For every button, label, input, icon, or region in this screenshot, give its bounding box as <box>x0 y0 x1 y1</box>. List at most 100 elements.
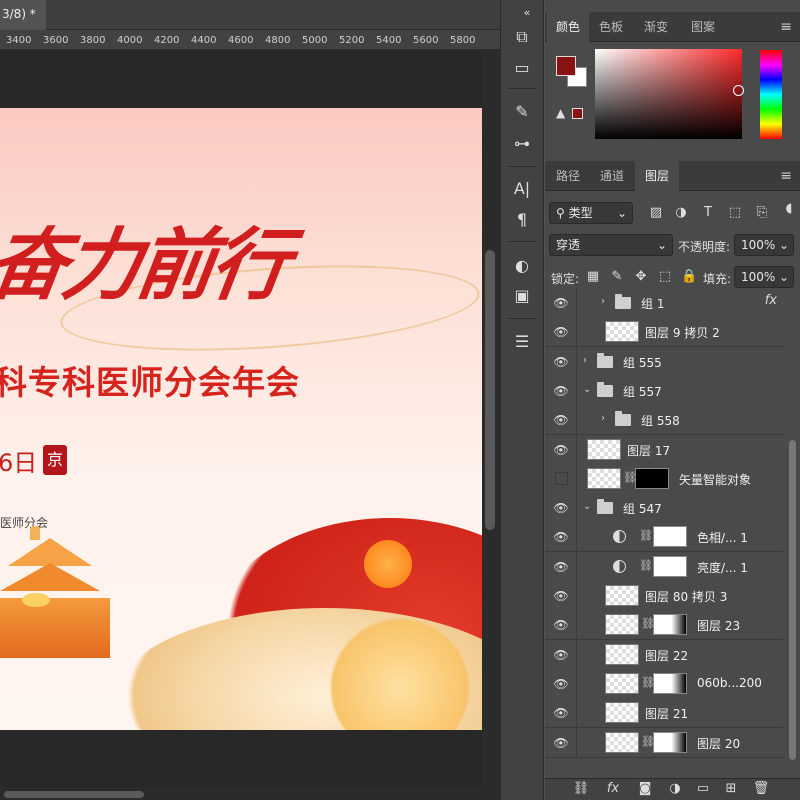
delete-layer-icon[interactable]: 🗑 <box>752 781 770 796</box>
visibility-eye-icon[interactable]: 👁 <box>553 705 569 721</box>
layer-thumbnail[interactable] <box>605 321 639 343</box>
layer-row[interactable]: 👁 ⛓ 色相/... 1 <box>545 522 783 553</box>
layer-row[interactable]: 👁 › 组 555 <box>545 346 783 377</box>
layer-name[interactable]: 图层 23 <box>697 617 740 634</box>
layer-name[interactable]: 组 558 <box>641 412 680 429</box>
layer-name[interactable]: 图层 22 <box>645 647 688 664</box>
tab-layers[interactable]: 图层 <box>635 161 679 191</box>
layer-name[interactable]: 图层 21 <box>645 705 688 722</box>
comments-icon[interactable]: ▭ <box>511 57 533 79</box>
layer-row[interactable]: 👁 图层 21 <box>545 698 783 729</box>
visibility-eye-icon[interactable]: 👁 <box>553 559 569 575</box>
filter-type-icon[interactable]: T <box>700 205 716 220</box>
filter-toggle-icon[interactable]: ◖ <box>781 201 797 216</box>
properties-icon[interactable]: ☰ <box>511 331 533 353</box>
visibility-eye-icon[interactable]: 👁 <box>553 383 569 399</box>
document-tab[interactable]: 3/8) * <box>0 0 46 30</box>
blend-mode-select[interactable]: 穿透 ⌄ <box>549 234 673 256</box>
tab-swatches[interactable]: 色板 <box>591 12 631 42</box>
canvas-horizontal-scroll-thumb[interactable] <box>4 791 144 798</box>
layer-name[interactable]: 色相/... 1 <box>697 529 748 546</box>
tab-color[interactable]: 颜色 <box>547 12 589 42</box>
out-of-gamut-warning-icon[interactable]: ▲ <box>556 106 565 120</box>
tab-patterns[interactable]: 图案 <box>681 12 725 42</box>
layer-row[interactable]: 👁 › 组 558 <box>545 405 783 436</box>
tab-paths[interactable]: 路径 <box>547 161 589 191</box>
layer-mask-thumbnail[interactable] <box>653 731 687 753</box>
color-picker-cursor[interactable] <box>733 85 744 96</box>
visibility-eye-icon[interactable]: 👁 <box>553 412 569 428</box>
visibility-eye-icon[interactable]: 👁 <box>553 324 569 340</box>
layer-thumbnail[interactable] <box>605 672 639 694</box>
lock-position-icon[interactable]: ✥ <box>633 269 649 284</box>
layer-filter-kind-select[interactable]: ⚲ 类型 ⌄ <box>549 202 633 224</box>
layer-row[interactable]: 👁 ⛓ 图层 20 <box>545 727 783 758</box>
layer-thumbnail[interactable] <box>605 731 639 753</box>
layer-thumbnail[interactable] <box>587 467 621 489</box>
layer-name[interactable]: 图层 9 拷贝 2 <box>645 324 720 341</box>
new-layer-icon[interactable]: ⊞ <box>722 781 740 796</box>
paragraph-icon[interactable]: ¶ <box>511 209 533 231</box>
collapse-panels-icon[interactable]: « <box>516 2 538 24</box>
visibility-eye-icon[interactable] <box>555 471 568 485</box>
lock-artboard-icon[interactable]: ⬚ <box>657 269 673 284</box>
layer-name[interactable]: 亮度/... 1 <box>697 559 748 576</box>
lock-transparency-icon[interactable]: ▦ <box>585 269 601 284</box>
layer-name[interactable]: 组 547 <box>623 500 662 517</box>
layers-panel-menu-icon[interactable]: ≡ <box>780 161 792 191</box>
visibility-eye-icon[interactable]: 👁 <box>553 295 569 311</box>
expand-arrow-icon[interactable]: › <box>583 355 587 366</box>
layer-name[interactable]: 图层 20 <box>697 735 740 752</box>
layer-effects-icon[interactable]: fx <box>765 293 777 308</box>
collapse-arrow-icon[interactable]: ⌄ <box>583 384 591 395</box>
layer-row[interactable]: 👁 › 组 1 fx <box>545 288 783 318</box>
layer-mask-thumbnail[interactable] <box>653 614 687 636</box>
expand-arrow-icon[interactable]: › <box>601 296 605 307</box>
lock-image-icon[interactable]: ✎ <box>609 269 625 284</box>
tab-gradients[interactable]: 渐变 <box>633 12 679 42</box>
visibility-eye-icon[interactable]: 👁 <box>553 617 569 633</box>
mask-link-icon[interactable]: ⛓ <box>639 559 653 572</box>
color-field[interactable] <box>595 49 742 139</box>
layer-name[interactable]: 组 557 <box>623 383 662 400</box>
layer-thumbnail[interactable] <box>605 585 639 606</box>
add-layer-style-icon[interactable]: fx <box>604 781 622 796</box>
layer-thumbnail[interactable] <box>587 438 621 460</box>
visibility-eye-icon[interactable]: 👁 <box>553 735 569 751</box>
layer-mask-thumbnail[interactable] <box>653 672 687 694</box>
layer-mask-thumbnail[interactable] <box>653 555 687 577</box>
layer-mask-thumbnail[interactable] <box>635 467 669 489</box>
layer-row[interactable]: 👁 图层 80 拷贝 3 <box>545 581 783 611</box>
filter-adjustment-icon[interactable]: ◑ <box>673 205 689 220</box>
opacity-input[interactable]: 100% ⌄ <box>734 234 794 256</box>
visibility-eye-icon[interactable]: 👁 <box>553 442 569 458</box>
layer-row[interactable]: 👁 ⛓ 图层 23 <box>545 610 783 641</box>
layer-name[interactable]: 图层 80 拷贝 3 <box>645 588 727 605</box>
visibility-eye-icon[interactable]: 👁 <box>553 354 569 370</box>
layer-list-scroll-thumb[interactable] <box>789 440 796 760</box>
layer-name[interactable]: 组 555 <box>623 354 662 371</box>
filter-smart-object-icon[interactable]: ⎘ <box>754 205 770 220</box>
visibility-eye-icon[interactable]: 👁 <box>553 500 569 516</box>
filter-pixel-icon[interactable]: ▨ <box>648 205 664 220</box>
layer-name[interactable]: 矢量智能对象 <box>679 471 751 488</box>
layer-row[interactable]: 👁 图层 17 <box>545 434 783 465</box>
layer-name[interactable]: 图层 17 <box>627 442 670 459</box>
libraries-icon[interactable]: ▣ <box>511 285 533 307</box>
layer-row[interactable]: 👁 图层 22 <box>545 639 783 670</box>
layer-thumbnail[interactable] <box>605 614 639 636</box>
filter-shape-icon[interactable]: ⬚ <box>727 205 743 220</box>
history-icon[interactable]: ⧉ <box>511 26 533 48</box>
foreground-color-swatch[interactable] <box>556 56 576 76</box>
layer-thumbnail[interactable] <box>605 643 639 665</box>
layer-name[interactable]: 组 1 <box>641 295 664 312</box>
brush-settings-icon[interactable]: ✎ <box>511 101 533 123</box>
layer-row[interactable]: 👁 ⌄ 组 547 <box>545 493 783 524</box>
tool-presets-icon[interactable]: ⊶ <box>511 133 533 155</box>
fill-input[interactable]: 100% ⌄ <box>734 266 794 288</box>
gamut-color-swatch[interactable] <box>572 108 583 119</box>
tab-channels[interactable]: 通道 <box>591 161 633 191</box>
layer-mask-thumbnail[interactable] <box>653 526 687 548</box>
mask-link-icon[interactable]: ⛓ <box>639 529 653 542</box>
layer-thumbnail[interactable] <box>605 702 639 724</box>
